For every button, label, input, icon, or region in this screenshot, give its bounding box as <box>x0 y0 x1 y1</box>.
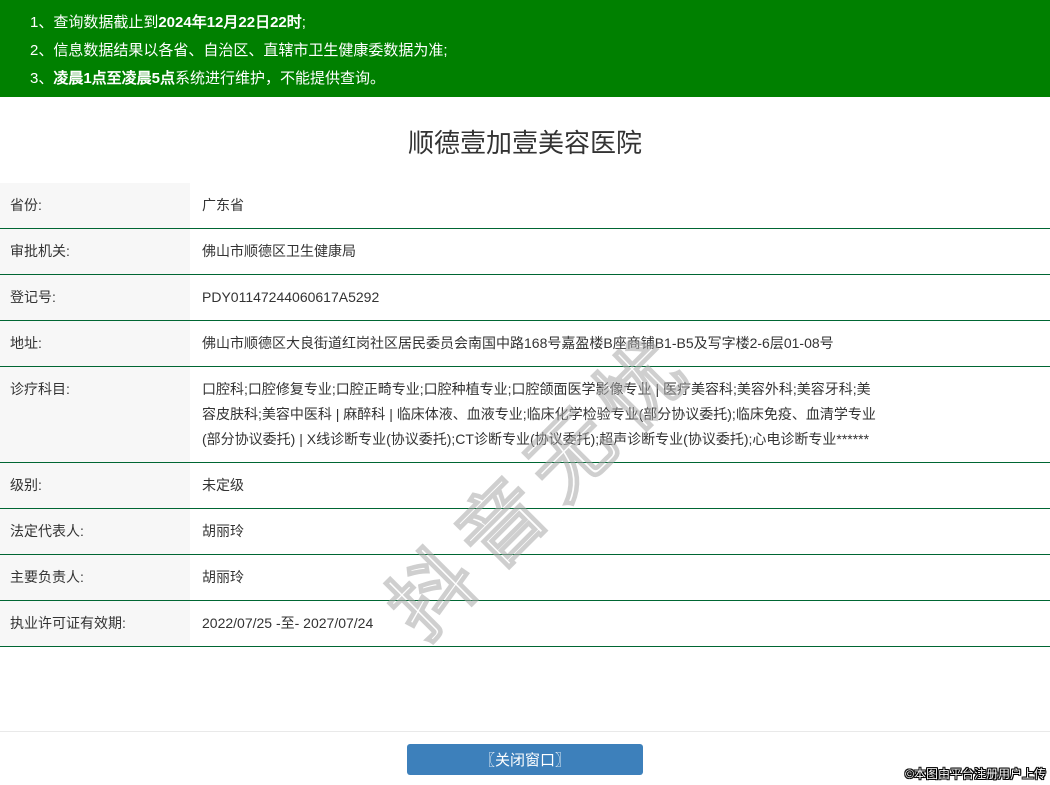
notice-line-1: 1、查询数据截止到2024年12月22日22时; <box>30 9 1030 37</box>
table-row-address: 地址: 佛山市顺德区大良街道红岗社区居民委员会南国中路168号嘉盈楼B座商铺B1… <box>0 321 1050 367</box>
table-row-main-person-in-charge: 主要负责人: 胡丽玲 <box>0 555 1050 601</box>
row-value: 口腔科;口腔修复专业;口腔正畸专业;口腔种植专业;口腔颌面医学影像专业 | 医疗… <box>202 381 876 447</box>
close-window-button[interactable]: 〖关闭窗口〗 <box>407 744 643 775</box>
row-value: 未定级 <box>202 477 244 493</box>
notice-banner: 1、查询数据截止到2024年12月22日22时; 2、信息数据结果以各省、自治区… <box>0 0 1050 97</box>
notice-3-text: 3、 <box>30 70 54 87</box>
notice-1-bold: 2024年12月22日22时 <box>158 14 302 31</box>
table-row-level: 级别: 未定级 <box>0 463 1050 509</box>
row-value: PDY01147244060617A5292 <box>202 289 380 305</box>
table-row-approval-authority: 审批机关: 佛山市顺德区卫生健康局 <box>0 229 1050 275</box>
notice-3-bold: 凌晨1点至凌晨5点 <box>53 70 176 87</box>
row-label: 省份: <box>0 183 190 228</box>
upload-attribution-watermark: ©本图由平台注册用户上传 <box>905 767 1046 781</box>
notice-line-3: 3、凌晨1点至凌晨5点系统进行维护，不能提供查询。 <box>30 65 1030 93</box>
notice-line-2: 2、信息数据结果以各省、自治区、直辖市卫生健康委数据为准; <box>30 37 1030 65</box>
table-row-registration-number: 登记号: PDY01147244060617A5292 <box>0 275 1050 321</box>
notice-1-suffix: ; <box>301 14 306 31</box>
table-row-treatment-subjects: 诊疗科目: 口腔科;口腔修复专业;口腔正畸专业;口腔种植专业;口腔颌面医学影像专… <box>0 367 1050 463</box>
row-value: 佛山市顺德区大良街道红岗社区居民委员会南国中路168号嘉盈楼B座商铺B1-B5及… <box>202 335 834 351</box>
row-label: 审批机关: <box>0 229 190 274</box>
row-label: 登记号: <box>0 275 190 320</box>
table-row-legal-representative: 法定代表人: 胡丽玲 <box>0 509 1050 555</box>
row-value: 2022/07/25 -至- 2027/07/24 <box>202 615 374 631</box>
row-label: 主要负责人: <box>0 555 190 600</box>
notice-1-text: 1、查询数据截止到 <box>30 14 159 31</box>
row-value: 佛山市顺德区卫生健康局 <box>202 243 356 259</box>
table-row-license-validity: 执业许可证有效期: 2022/07/25 -至- 2027/07/24 <box>0 601 1050 647</box>
notice-3-suffix: 系统进行维护，不能提供查询。 <box>175 70 386 87</box>
row-value: 广东省 <box>202 197 244 213</box>
row-label: 执业许可证有效期: <box>0 601 190 646</box>
row-label: 地址: <box>0 321 190 366</box>
row-label: 级别: <box>0 463 190 508</box>
table-row-province: 省份: 广东省 <box>0 183 1050 229</box>
row-value: 胡丽玲 <box>202 523 244 539</box>
institution-info-table: 省份: 广东省 审批机关: 佛山市顺德区卫生健康局 登记号: PDY011472… <box>0 183 1050 647</box>
row-label: 法定代表人: <box>0 509 190 554</box>
row-value: 胡丽玲 <box>202 569 244 585</box>
page-title: 顺德壹加壹美容医院 <box>407 128 642 158</box>
notice-2-text: 2、信息数据结果以各省、自治区、直辖市卫生健康委数据为准; <box>30 42 448 59</box>
footer: 〖关闭窗口〗 <box>0 731 1050 779</box>
row-label: 诊疗科目: <box>0 367 190 462</box>
